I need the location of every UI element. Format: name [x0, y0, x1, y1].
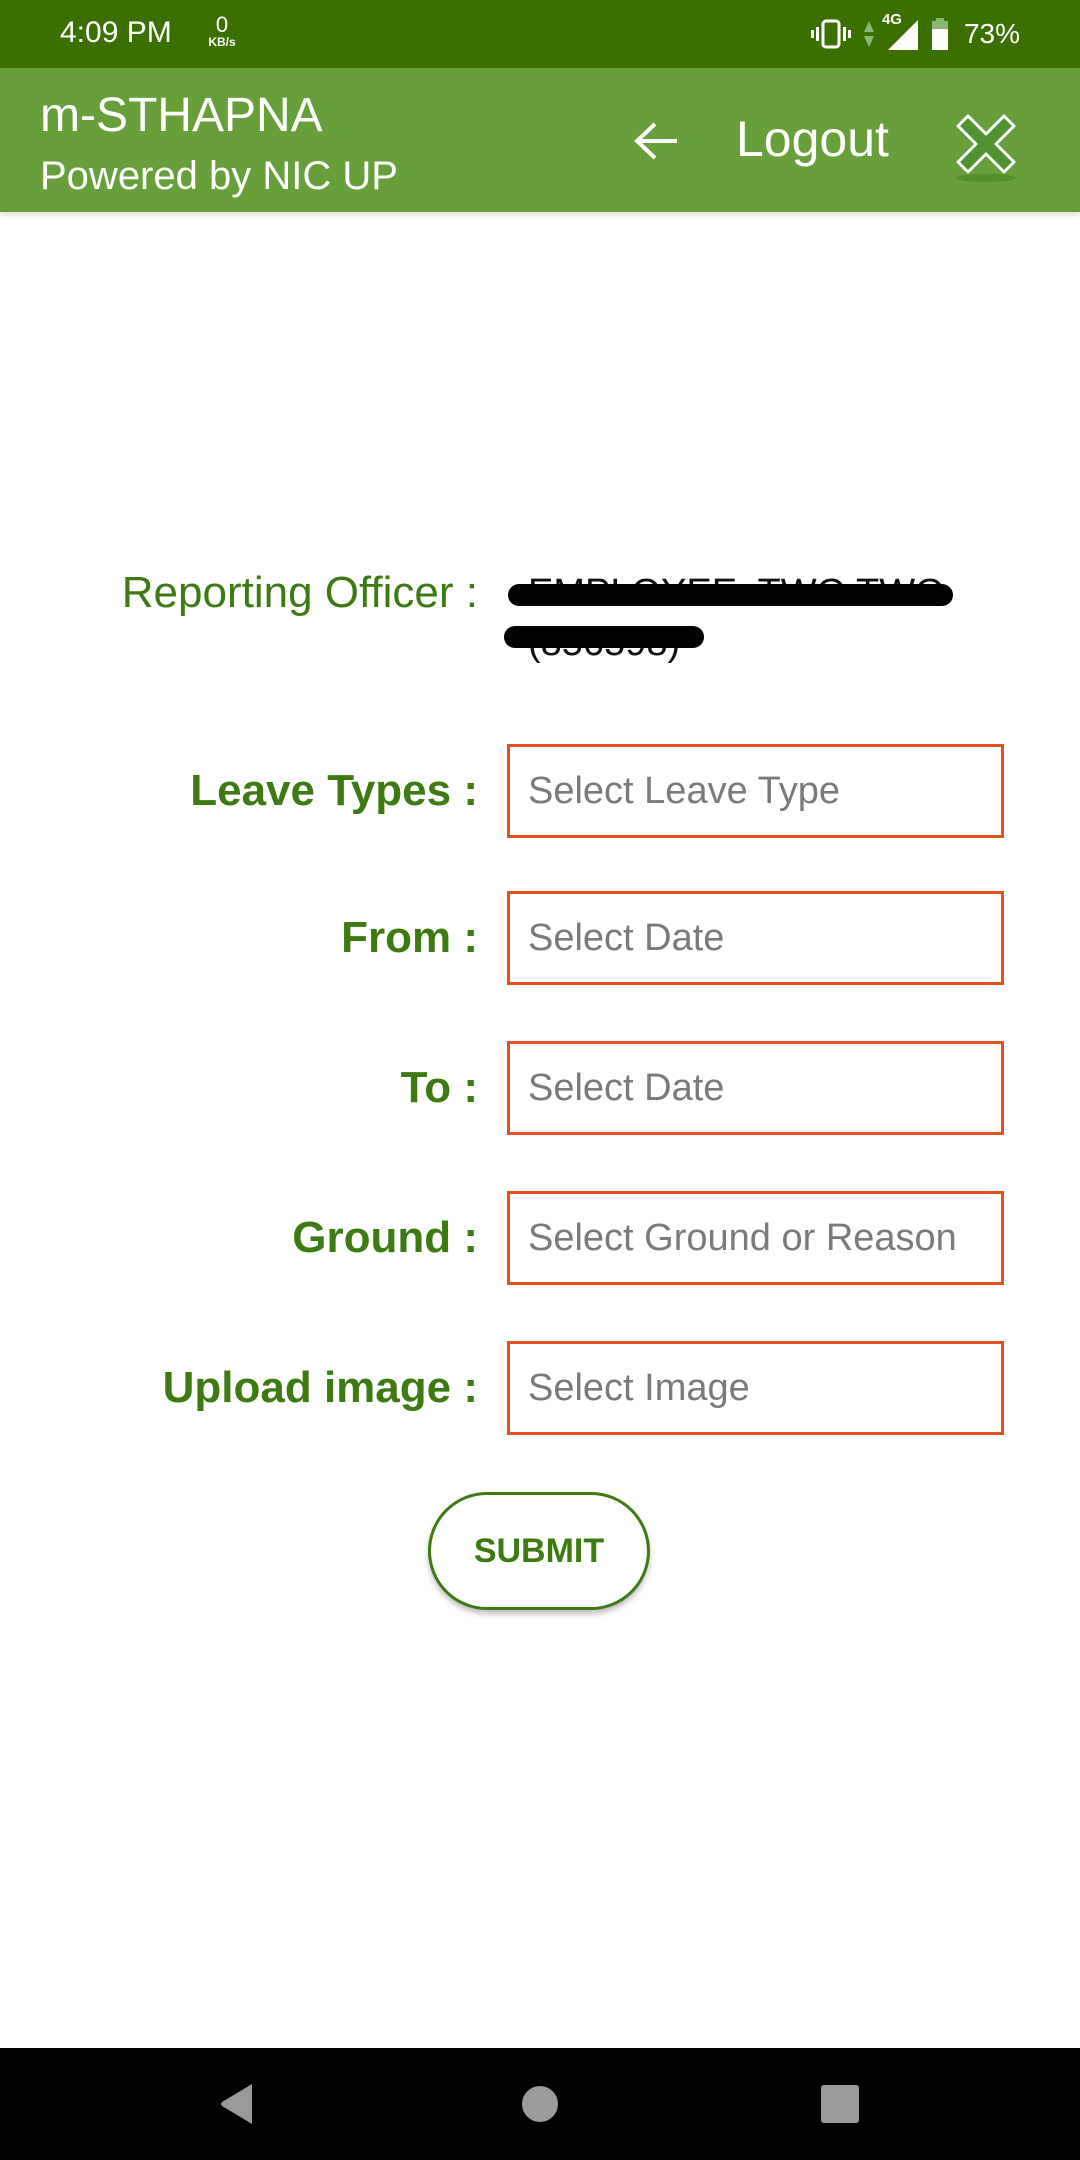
form-row-upload-image: Upload image : Select Image: [0, 1341, 1080, 1435]
to-date-picker[interactable]: Select Date: [507, 1041, 1004, 1135]
redaction-bar: [504, 626, 705, 648]
network-type: 4G: [881, 11, 902, 28]
reporting-officer-label: Reporting Officer :: [121, 568, 478, 617]
to-date-label: To :: [400, 1063, 478, 1112]
officer-id-redacted: (856598): [504, 618, 705, 668]
nav-recents-button[interactable]: [780, 2048, 900, 2160]
logout-button[interactable]: Logout: [736, 110, 889, 168]
redaction-bar: [508, 584, 953, 606]
ground-select[interactable]: Select Ground or Reason: [507, 1191, 1004, 1285]
system-nav-bar: [0, 2048, 1080, 2160]
battery-percent: 73%: [963, 18, 1020, 49]
network-speed-value: 0: [215, 12, 229, 37]
officer-name-redacted: EMPLOYEE TWO TWO: [508, 568, 953, 618]
app-title: m-STHAPNA: [40, 89, 323, 142]
back-button[interactable]: [620, 113, 692, 169]
upload-image-label: Upload image :: [162, 1363, 478, 1412]
network-speed-unit: KB/s: [208, 35, 236, 49]
status-icons: 4G 73%: [810, 11, 1020, 54]
data-activity-icon: [862, 18, 876, 50]
from-date-label: From :: [341, 913, 478, 962]
form-row-from: From : Select Date: [0, 891, 1080, 985]
nav-back-button[interactable]: [178, 2048, 298, 2160]
recents-square-icon: [821, 2085, 859, 2123]
status-time: 4:09 PM: [60, 16, 172, 49]
ground-label: Ground :: [292, 1213, 478, 1262]
battery-icon: [930, 17, 950, 51]
close-button[interactable]: [946, 104, 1026, 184]
nav-home-button[interactable]: [480, 2048, 600, 2160]
leave-type-label: Leave Types :: [190, 766, 478, 815]
close-x-icon: [956, 114, 1016, 182]
upload-image-picker[interactable]: Select Image: [507, 1341, 1004, 1435]
vibrate-icon: [810, 18, 852, 50]
arrow-left-icon: [634, 122, 677, 160]
form-row-to: To : Select Date: [0, 1041, 1080, 1135]
submit-button[interactable]: SUBMIT: [428, 1492, 650, 1610]
app-subtitle: Powered by NIC UP: [40, 154, 398, 198]
signal-icon: 4G: [882, 11, 920, 51]
from-date-picker[interactable]: Select Date: [507, 891, 1004, 985]
reporting-officer-value: EMPLOYEE TWO TWO (856598): [504, 568, 953, 668]
leave-type-select[interactable]: Select Leave Type: [507, 744, 1004, 838]
status-bar: 4:09 PM 0 KB/s 4G 73%: [0, 0, 1080, 68]
home-circle-icon: [522, 2086, 558, 2122]
back-triangle-icon: [221, 2084, 252, 2124]
app-bar: m-STHAPNA Powered by NIC UP Logout: [0, 68, 1080, 212]
form-row-leave-type: Leave Types : Select Leave Type: [0, 744, 1080, 838]
network-speed: 0 KB/s: [204, 12, 240, 49]
form-row-ground: Ground : Select Ground or Reason: [0, 1191, 1080, 1285]
